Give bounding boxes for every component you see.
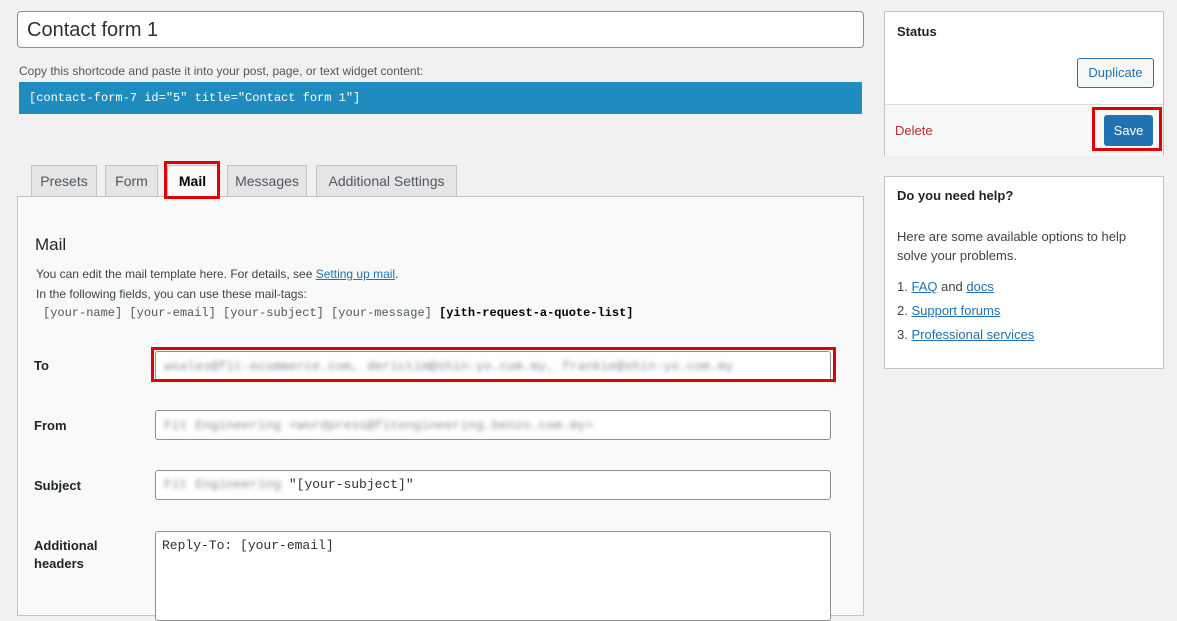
tab-additional-settings[interactable]: Additional Settings xyxy=(316,165,457,197)
shortcode-field[interactable]: [contact-form-7 id="5" title="Contact fo… xyxy=(19,82,862,114)
tab-messages[interactable]: Messages xyxy=(227,165,307,197)
help-list: 1. FAQ and docs 2. Support forums 3. Pro… xyxy=(897,278,1034,350)
additional-headers-textarea[interactable]: Reply-To: [your-email] xyxy=(155,531,831,621)
subject-value: "[your-subject]" xyxy=(288,477,414,492)
from-field[interactable]: Fit Engineering <wordpress@fitengineerin… xyxy=(155,410,831,440)
help-text: Here are some available options to help … xyxy=(897,229,1127,263)
status-title: Status xyxy=(897,24,937,39)
help-item-support: 2. Support forums xyxy=(897,302,1034,326)
status-box: Status Duplicate Delete Save xyxy=(884,11,1164,156)
help-title: Do you need help? xyxy=(897,188,1014,203)
help-item-3-number: 3. xyxy=(897,327,908,342)
from-value: Fit Engineering <wordpress@fitengineerin… xyxy=(164,418,594,433)
subject-prefix: Fit Engineering xyxy=(164,477,282,492)
mail-heading: Mail xyxy=(35,235,67,254)
to-field[interactable]: wsales@fit-ecommerce.com, derictim@shin-… xyxy=(155,351,831,381)
delete-link[interactable]: Delete xyxy=(895,123,933,138)
mail-description: You can edit the mail template here. For… xyxy=(36,267,398,281)
docs-link[interactable]: docs xyxy=(966,279,993,294)
tab-form[interactable]: Form xyxy=(105,165,158,197)
help-item-1-number: 1. xyxy=(897,279,908,294)
save-button[interactable]: Save xyxy=(1104,115,1153,146)
mail-tags-intro: In the following fields, you can use the… xyxy=(36,287,307,301)
mail-tags-list: [your-name] [your-email] [your-subject] … xyxy=(43,306,432,320)
additional-headers-label-line1: Additional xyxy=(34,538,98,553)
subject-field[interactable]: Fit Engineering "[your-subject]" xyxy=(155,470,831,500)
mail-description-text: You can edit the mail template here. For… xyxy=(36,267,316,281)
setting-up-mail-link[interactable]: Setting up mail xyxy=(316,267,395,281)
support-forums-link[interactable]: Support forums xyxy=(911,303,1000,318)
help-item-2-number: 2. xyxy=(897,303,908,318)
from-label: From xyxy=(34,418,67,433)
form-title-input[interactable]: Contact form 1 xyxy=(17,11,864,48)
help-item-1-and: and xyxy=(937,279,967,294)
mail-tag-quote-list: [yith-request-a-quote-list] xyxy=(439,306,634,320)
status-footer: Delete Save xyxy=(885,104,1163,156)
help-item-professional: 3. Professional services xyxy=(897,326,1034,350)
tab-presets[interactable]: Presets xyxy=(31,165,97,197)
additional-headers-label-line2: headers xyxy=(34,556,84,571)
tab-mail[interactable]: Mail xyxy=(167,165,218,198)
mail-description-suffix: . xyxy=(395,267,399,281)
to-label: To xyxy=(34,358,49,373)
additional-headers-label: Additional headers xyxy=(34,538,98,571)
professional-services-link[interactable]: Professional services xyxy=(911,327,1034,342)
mail-panel: Mail You can edit the mail template here… xyxy=(17,196,864,621)
mail-tags: [your-name] [your-email] [your-subject] … xyxy=(43,306,634,320)
subject-label: Subject xyxy=(34,478,81,493)
help-box: Do you need help? Here are some availabl… xyxy=(884,176,1164,369)
faq-link[interactable]: FAQ xyxy=(911,279,937,294)
help-item-faq: 1. FAQ and docs xyxy=(897,278,1034,302)
duplicate-button[interactable]: Duplicate xyxy=(1077,58,1154,88)
shortcode-label: Copy this shortcode and paste it into yo… xyxy=(19,64,424,78)
to-value: wsales@fit-ecommerce.com, derictim@shin-… xyxy=(164,359,734,374)
